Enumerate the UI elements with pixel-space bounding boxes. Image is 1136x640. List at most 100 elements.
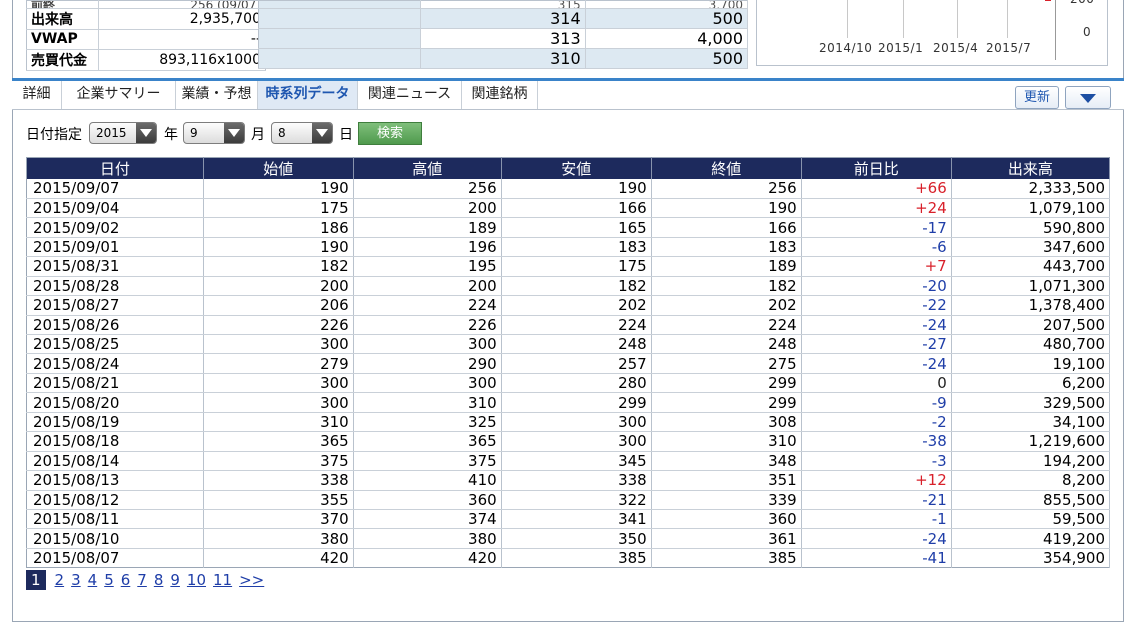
cell-open: 186	[203, 217, 354, 238]
year-select[interactable]: 2015	[89, 122, 157, 144]
next-page-link[interactable]: >>	[239, 571, 264, 589]
table-row: 2015/08/13 338 410 338 351 +12 8,200	[26, 470, 1111, 491]
table-row: 2015/08/12 355 360 322 339 -21 855,500	[26, 490, 1111, 510]
tab-related-news[interactable]: 関連ニュース	[358, 81, 462, 109]
cell-date: 2015/08/11	[26, 509, 204, 530]
cell-low: 300	[501, 412, 652, 433]
page-link[interactable]: 4	[88, 571, 98, 589]
board-price: 315	[420, 0, 586, 9]
chart-x-label: 2015/1	[878, 41, 924, 55]
board-price: 310	[420, 48, 586, 69]
day-select[interactable]: 8	[271, 122, 333, 144]
cell-low: 338	[501, 470, 652, 491]
tab-related-stocks[interactable]: 関連銘柄	[462, 81, 538, 109]
cell-high: 224	[353, 295, 502, 316]
month-unit-label: 月	[251, 127, 265, 143]
chart-axis	[1055, 0, 1056, 60]
table-row: 2015/08/18 365 365 300 310 -38 1,219,600	[26, 431, 1111, 452]
tab-earnings-forecast[interactable]: 業績・予想	[176, 81, 258, 109]
month-select-value: 9	[190, 126, 198, 140]
cell-high: 200	[353, 198, 502, 219]
table-row: 2015/09/07 190 256 190 256 +66 2,333,500	[26, 179, 1111, 199]
month-select[interactable]: 9	[183, 122, 245, 144]
column-header-change: 前日比	[801, 157, 952, 179]
year-unit-label: 年	[164, 127, 178, 143]
summary-label: 売買代金	[26, 49, 99, 71]
cell-volume: 419,200	[951, 528, 1111, 549]
cell-open: 375	[203, 451, 354, 472]
cell-high: 310	[353, 392, 502, 413]
cell-low: 345	[501, 451, 652, 472]
cell-low: 385	[501, 548, 652, 568]
page-link[interactable]: 10	[187, 571, 206, 589]
cell-date: 2015/08/18	[26, 431, 204, 452]
tab-details[interactable]: 詳細	[12, 81, 62, 109]
search-button[interactable]: 検索	[358, 122, 422, 145]
cell-open: 300	[203, 392, 354, 413]
table-row: 2015/09/04 175 200 166 190 +24 1,079,100	[26, 198, 1111, 219]
cell-open: 190	[203, 237, 354, 258]
cell-low: 182	[501, 276, 652, 297]
page-link[interactable]: 9	[170, 571, 180, 589]
table-row: 2015/08/20 300 310 299 299 -9 329,500	[26, 392, 1111, 413]
table-row: 2015/09/02 186 189 165 166 -17 590,800	[26, 217, 1111, 238]
cell-open: 420	[203, 548, 354, 568]
chart-y-label: 0	[1083, 25, 1092, 39]
table-row: 2015/08/28 200 200 182 182 -20 1,071,300	[26, 276, 1111, 297]
table-row: 2015/08/14 375 375 345 348 -3 194,200	[26, 451, 1111, 472]
cell-date: 2015/08/25	[26, 334, 204, 355]
cell-close: 361	[651, 528, 802, 549]
cell-volume: 1,378,400	[951, 295, 1111, 316]
dropdown-button[interactable]	[1065, 86, 1111, 109]
day-unit-label: 日	[339, 127, 353, 143]
cell-close: 224	[651, 315, 802, 336]
chart-x-label: 2015/7	[986, 41, 1032, 55]
cell-change: -2	[801, 412, 952, 433]
cell-volume: 34,100	[951, 412, 1111, 433]
page-link[interactable]: 5	[104, 571, 114, 589]
cell-close: 339	[651, 490, 802, 510]
cell-date: 2015/08/24	[26, 353, 204, 374]
chart-gridline	[847, 0, 848, 38]
page-link[interactable]: 3	[71, 571, 81, 589]
page-link[interactable]: 2	[55, 571, 65, 589]
cell-change: -24	[801, 353, 952, 374]
cell-open: 365	[203, 431, 354, 452]
summary-value: 2,935,700	[98, 8, 266, 30]
cell-date: 2015/08/21	[26, 373, 204, 394]
page-link[interactable]: 7	[137, 571, 147, 589]
cell-date: 2015/08/07	[26, 548, 204, 568]
board-bid	[258, 0, 422, 9]
order-board-table: 315 3,700 314 500 313 4,000 310 500	[258, 0, 749, 69]
cell-open: 200	[203, 276, 354, 297]
cell-close: 360	[651, 509, 802, 530]
page-link[interactable]: 8	[154, 571, 164, 589]
update-button[interactable]: 更新	[1015, 86, 1059, 109]
cell-high: 410	[353, 470, 502, 491]
tab-time-series[interactable]: 時系列データ	[258, 81, 358, 109]
cell-date: 2015/08/28	[26, 276, 204, 297]
board-ask: 3,700	[585, 0, 749, 9]
cell-high: 195	[353, 256, 502, 277]
cell-change: +12	[801, 470, 952, 491]
board-price: 313	[420, 28, 586, 49]
cell-volume: 443,700	[951, 256, 1111, 277]
cell-close: 182	[651, 276, 802, 297]
page-link[interactable]: 6	[121, 571, 131, 589]
cell-volume: 1,071,300	[951, 276, 1111, 297]
cell-close: 299	[651, 373, 802, 394]
cell-close: 310	[651, 431, 802, 452]
column-header-high: 高値	[353, 157, 502, 179]
cell-date: 2015/08/26	[26, 315, 204, 336]
tab-bar: 詳細 企業サマリー 業績・予想 時系列データ 関連ニュース 関連銘柄 更新	[12, 78, 1124, 110]
cell-date: 2015/08/10	[26, 528, 204, 549]
tab-company-summary[interactable]: 企業サマリー	[62, 81, 176, 109]
cell-date: 2015/08/13	[26, 470, 204, 491]
chevron-down-icon	[312, 123, 332, 143]
page-link[interactable]: 11	[213, 571, 232, 589]
cell-change: -17	[801, 217, 952, 238]
mini-price-chart: 200 0 2014/10 2015/1 2015/4 2015/7	[756, 0, 1108, 66]
cell-close: 166	[651, 217, 802, 238]
cell-volume: 2,333,500	[951, 179, 1111, 199]
board-row: 315 3,700	[258, 0, 749, 9]
